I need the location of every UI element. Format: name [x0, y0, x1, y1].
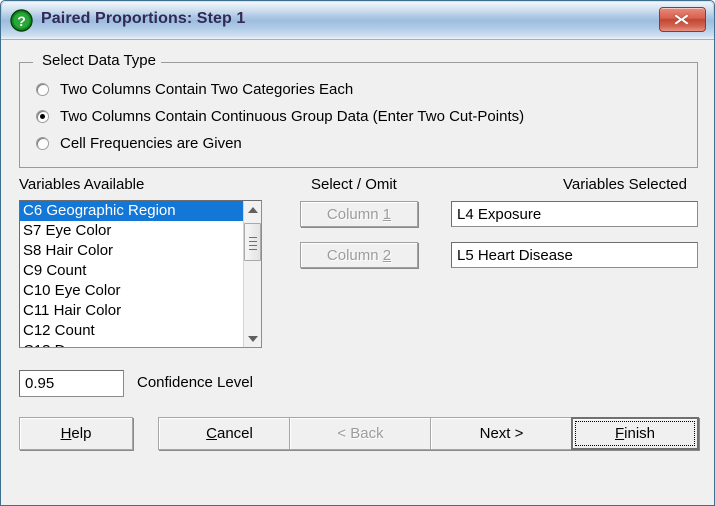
cancel-button[interactable]: Cancel: [158, 417, 301, 450]
scroll-up-button[interactable]: [244, 201, 261, 218]
column-1-label: Column 1: [326, 205, 392, 223]
list-item[interactable]: S7 Eye Color: [20, 221, 244, 241]
back-button: < Back: [289, 417, 432, 450]
column-2-button[interactable]: Column 2: [300, 242, 418, 268]
scroll-down-button[interactable]: [244, 330, 261, 347]
back-button-label: < Back: [337, 425, 384, 442]
finish-button-label: Finish: [614, 425, 656, 442]
radio-cell-frequencies[interactable]: Cell Frequencies are Given: [36, 132, 242, 154]
grip-line: [249, 249, 257, 250]
list-item[interactable]: C6 Geographic Region: [20, 201, 244, 221]
close-button[interactable]: [659, 7, 706, 32]
svg-text:?: ?: [17, 13, 26, 29]
chevron-down-icon: [248, 336, 258, 342]
dialog-window: ? Paired Proportions: Step 1 Select Data…: [0, 0, 715, 506]
select-data-type-group: Select Data Type Two Columns Contain Two…: [19, 52, 698, 168]
grip-line: [249, 241, 257, 242]
grip-line: [249, 237, 257, 238]
next-button[interactable]: Next >: [430, 417, 573, 450]
radio-two-categories[interactable]: Two Columns Contain Two Categories Each: [36, 78, 353, 100]
cancel-button-label: Cancel: [206, 425, 253, 442]
list-item[interactable]: S8 Hair Color: [20, 241, 244, 261]
radio-label: Two Columns Contain Two Categories Each: [60, 80, 354, 98]
list-item[interactable]: C11 Hair Color: [20, 301, 244, 321]
column-1-button[interactable]: Column 1: [300, 201, 418, 227]
next-button-label: Next >: [479, 425, 524, 442]
variables-selected-field-1[interactable]: [451, 201, 698, 227]
list-item[interactable]: C13 Dose: [20, 341, 244, 347]
radio-glyph-icon[interactable]: [36, 82, 49, 96]
title-bar: ? Paired Proportions: Step 1: [1, 1, 714, 40]
help-button[interactable]: Help: [19, 417, 133, 450]
group-border-right: [155, 62, 698, 63]
variables-available-header: Variables Available: [19, 176, 145, 193]
radio-glyph-icon[interactable]: [36, 136, 49, 150]
confidence-level-label: Confidence Level: [137, 374, 253, 391]
variables-selected-field-2[interactable]: [451, 242, 698, 268]
listbox-scrollbar[interactable]: [243, 201, 261, 347]
variables-selected-header: Variables Selected: [563, 176, 687, 193]
close-icon: [673, 13, 690, 26]
radio-label: Cell Frequencies are Given: [60, 134, 242, 152]
help-button-label: Help: [60, 425, 92, 442]
list-item[interactable]: C12 Count: [20, 321, 244, 341]
dialog-client-area: Select Data Type Two Columns Contain Two…: [1, 40, 714, 505]
window-title: Paired Proportions: Step 1: [41, 10, 246, 27]
select-omit-header: Select / Omit: [311, 176, 397, 193]
radio-continuous-group-data[interactable]: Two Columns Contain Continuous Group Dat…: [36, 105, 524, 127]
finish-button[interactable]: Finish: [571, 417, 699, 450]
confidence-level-input[interactable]: [19, 370, 124, 397]
variables-available-items: C6 Geographic Region S7 Eye Color S8 Hai…: [20, 201, 244, 347]
scrollbar-thumb[interactable]: [244, 223, 261, 261]
group-border-left: [19, 62, 33, 63]
radio-label: Two Columns Contain Continuous Group Dat…: [60, 107, 525, 125]
grip-line: [249, 245, 257, 246]
chevron-up-icon: [248, 207, 258, 213]
variables-available-listbox[interactable]: C6 Geographic Region S7 Eye Color S8 Hai…: [19, 200, 262, 348]
group-legend: Select Data Type: [37, 52, 161, 69]
radio-glyph-icon[interactable]: [36, 109, 49, 123]
list-item[interactable]: C9 Count: [20, 261, 244, 281]
help-question-icon: ?: [10, 9, 33, 32]
column-2-label: Column 2: [326, 246, 392, 264]
list-item[interactable]: C10 Eye Color: [20, 281, 244, 301]
